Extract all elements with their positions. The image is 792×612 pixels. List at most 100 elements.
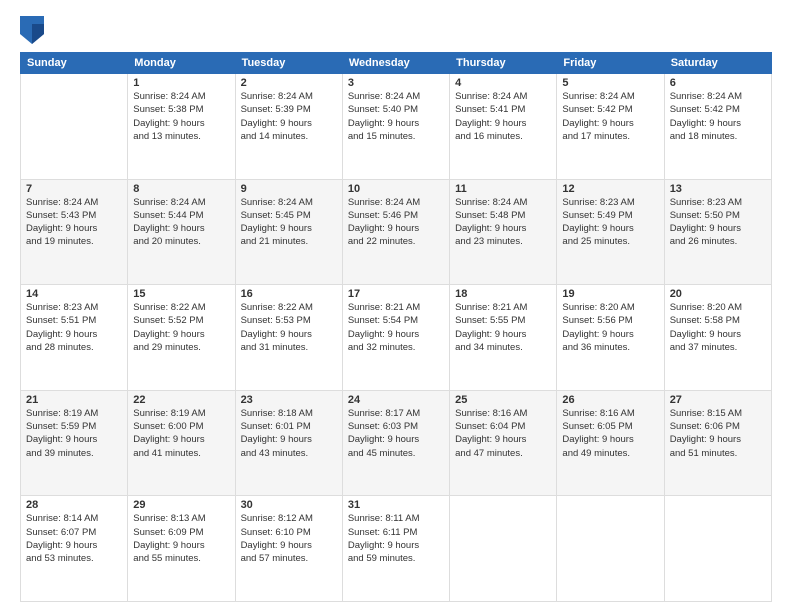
day-number: 9 — [241, 183, 337, 195]
day-number: 12 — [562, 183, 658, 195]
day-number: 8 — [133, 183, 229, 195]
calendar-cell: 18Sunrise: 8:21 AMSunset: 5:55 PMDayligh… — [450, 285, 557, 391]
day-number: 7 — [26, 183, 122, 195]
day-number: 22 — [133, 394, 229, 406]
day-info: Sunrise: 8:24 AMSunset: 5:43 PMDaylight:… — [26, 196, 122, 249]
calendar-cell: 9Sunrise: 8:24 AMSunset: 5:45 PMDaylight… — [235, 179, 342, 285]
day-number: 23 — [241, 394, 337, 406]
column-header-thursday: Thursday — [450, 53, 557, 74]
calendar-cell: 19Sunrise: 8:20 AMSunset: 5:56 PMDayligh… — [557, 285, 664, 391]
day-number: 4 — [455, 77, 551, 89]
calendar-cell: 1Sunrise: 8:24 AMSunset: 5:38 PMDaylight… — [128, 74, 235, 180]
calendar-week-2: 7Sunrise: 8:24 AMSunset: 5:43 PMDaylight… — [21, 179, 772, 285]
calendar-week-1: 1Sunrise: 8:24 AMSunset: 5:38 PMDaylight… — [21, 74, 772, 180]
day-info: Sunrise: 8:21 AMSunset: 5:55 PMDaylight:… — [455, 301, 551, 354]
calendar-cell: 25Sunrise: 8:16 AMSunset: 6:04 PMDayligh… — [450, 390, 557, 496]
day-info: Sunrise: 8:23 AMSunset: 5:49 PMDaylight:… — [562, 196, 658, 249]
day-info: Sunrise: 8:24 AMSunset: 5:39 PMDaylight:… — [241, 90, 337, 143]
calendar-cell: 3Sunrise: 8:24 AMSunset: 5:40 PMDaylight… — [342, 74, 449, 180]
day-info: Sunrise: 8:24 AMSunset: 5:48 PMDaylight:… — [455, 196, 551, 249]
day-info: Sunrise: 8:24 AMSunset: 5:42 PMDaylight:… — [562, 90, 658, 143]
day-info: Sunrise: 8:15 AMSunset: 6:06 PMDaylight:… — [670, 407, 766, 460]
day-info: Sunrise: 8:20 AMSunset: 5:58 PMDaylight:… — [670, 301, 766, 354]
logo — [20, 16, 50, 44]
calendar-cell: 11Sunrise: 8:24 AMSunset: 5:48 PMDayligh… — [450, 179, 557, 285]
day-info: Sunrise: 8:24 AMSunset: 5:45 PMDaylight:… — [241, 196, 337, 249]
day-info: Sunrise: 8:19 AMSunset: 6:00 PMDaylight:… — [133, 407, 229, 460]
day-info: Sunrise: 8:24 AMSunset: 5:40 PMDaylight:… — [348, 90, 444, 143]
day-info: Sunrise: 8:24 AMSunset: 5:41 PMDaylight:… — [455, 90, 551, 143]
calendar-cell — [557, 496, 664, 602]
calendar-cell: 5Sunrise: 8:24 AMSunset: 5:42 PMDaylight… — [557, 74, 664, 180]
day-info: Sunrise: 8:18 AMSunset: 6:01 PMDaylight:… — [241, 407, 337, 460]
day-number: 24 — [348, 394, 444, 406]
day-info: Sunrise: 8:24 AMSunset: 5:44 PMDaylight:… — [133, 196, 229, 249]
day-info: Sunrise: 8:24 AMSunset: 5:38 PMDaylight:… — [133, 90, 229, 143]
calendar-cell: 29Sunrise: 8:13 AMSunset: 6:09 PMDayligh… — [128, 496, 235, 602]
calendar-cell: 7Sunrise: 8:24 AMSunset: 5:43 PMDaylight… — [21, 179, 128, 285]
page: SundayMondayTuesdayWednesdayThursdayFrid… — [0, 0, 792, 612]
calendar-table: SundayMondayTuesdayWednesdayThursdayFrid… — [20, 52, 772, 602]
calendar-cell: 24Sunrise: 8:17 AMSunset: 6:03 PMDayligh… — [342, 390, 449, 496]
day-number: 26 — [562, 394, 658, 406]
day-info: Sunrise: 8:21 AMSunset: 5:54 PMDaylight:… — [348, 301, 444, 354]
day-info: Sunrise: 8:22 AMSunset: 5:53 PMDaylight:… — [241, 301, 337, 354]
day-info: Sunrise: 8:16 AMSunset: 6:04 PMDaylight:… — [455, 407, 551, 460]
day-number: 3 — [348, 77, 444, 89]
day-number: 13 — [670, 183, 766, 195]
day-number: 31 — [348, 499, 444, 511]
day-number: 30 — [241, 499, 337, 511]
day-number: 20 — [670, 288, 766, 300]
column-header-friday: Friday — [557, 53, 664, 74]
calendar-cell: 16Sunrise: 8:22 AMSunset: 5:53 PMDayligh… — [235, 285, 342, 391]
day-number: 15 — [133, 288, 229, 300]
day-number: 6 — [670, 77, 766, 89]
day-info: Sunrise: 8:12 AMSunset: 6:10 PMDaylight:… — [241, 512, 337, 565]
calendar-cell: 8Sunrise: 8:24 AMSunset: 5:44 PMDaylight… — [128, 179, 235, 285]
calendar-cell: 31Sunrise: 8:11 AMSunset: 6:11 PMDayligh… — [342, 496, 449, 602]
day-info: Sunrise: 8:22 AMSunset: 5:52 PMDaylight:… — [133, 301, 229, 354]
day-number: 19 — [562, 288, 658, 300]
column-header-monday: Monday — [128, 53, 235, 74]
day-number: 11 — [455, 183, 551, 195]
day-info: Sunrise: 8:20 AMSunset: 5:56 PMDaylight:… — [562, 301, 658, 354]
calendar-week-3: 14Sunrise: 8:23 AMSunset: 5:51 PMDayligh… — [21, 285, 772, 391]
day-number: 29 — [133, 499, 229, 511]
calendar-cell: 12Sunrise: 8:23 AMSunset: 5:49 PMDayligh… — [557, 179, 664, 285]
day-info: Sunrise: 8:24 AMSunset: 5:46 PMDaylight:… — [348, 196, 444, 249]
calendar-cell: 21Sunrise: 8:19 AMSunset: 5:59 PMDayligh… — [21, 390, 128, 496]
calendar-cell: 14Sunrise: 8:23 AMSunset: 5:51 PMDayligh… — [21, 285, 128, 391]
day-number: 14 — [26, 288, 122, 300]
calendar-cell: 22Sunrise: 8:19 AMSunset: 6:00 PMDayligh… — [128, 390, 235, 496]
column-header-wednesday: Wednesday — [342, 53, 449, 74]
day-info: Sunrise: 8:23 AMSunset: 5:51 PMDaylight:… — [26, 301, 122, 354]
column-header-sunday: Sunday — [21, 53, 128, 74]
day-number: 18 — [455, 288, 551, 300]
day-number: 17 — [348, 288, 444, 300]
logo-icon — [20, 16, 44, 44]
day-info: Sunrise: 8:13 AMSunset: 6:09 PMDaylight:… — [133, 512, 229, 565]
calendar-cell: 23Sunrise: 8:18 AMSunset: 6:01 PMDayligh… — [235, 390, 342, 496]
day-info: Sunrise: 8:19 AMSunset: 5:59 PMDaylight:… — [26, 407, 122, 460]
column-header-tuesday: Tuesday — [235, 53, 342, 74]
calendar-cell: 10Sunrise: 8:24 AMSunset: 5:46 PMDayligh… — [342, 179, 449, 285]
day-info: Sunrise: 8:14 AMSunset: 6:07 PMDaylight:… — [26, 512, 122, 565]
calendar-cell: 2Sunrise: 8:24 AMSunset: 5:39 PMDaylight… — [235, 74, 342, 180]
day-number: 21 — [26, 394, 122, 406]
day-number: 25 — [455, 394, 551, 406]
calendar-cell: 13Sunrise: 8:23 AMSunset: 5:50 PMDayligh… — [664, 179, 771, 285]
calendar-cell: 30Sunrise: 8:12 AMSunset: 6:10 PMDayligh… — [235, 496, 342, 602]
calendar-header-row: SundayMondayTuesdayWednesdayThursdayFrid… — [21, 53, 772, 74]
calendar-week-5: 28Sunrise: 8:14 AMSunset: 6:07 PMDayligh… — [21, 496, 772, 602]
calendar-cell: 15Sunrise: 8:22 AMSunset: 5:52 PMDayligh… — [128, 285, 235, 391]
day-number: 16 — [241, 288, 337, 300]
day-number: 28 — [26, 499, 122, 511]
column-header-saturday: Saturday — [664, 53, 771, 74]
day-info: Sunrise: 8:17 AMSunset: 6:03 PMDaylight:… — [348, 407, 444, 460]
day-number: 2 — [241, 77, 337, 89]
calendar-cell: 6Sunrise: 8:24 AMSunset: 5:42 PMDaylight… — [664, 74, 771, 180]
calendar-cell: 26Sunrise: 8:16 AMSunset: 6:05 PMDayligh… — [557, 390, 664, 496]
calendar-cell — [664, 496, 771, 602]
calendar-cell — [21, 74, 128, 180]
header — [20, 16, 772, 44]
